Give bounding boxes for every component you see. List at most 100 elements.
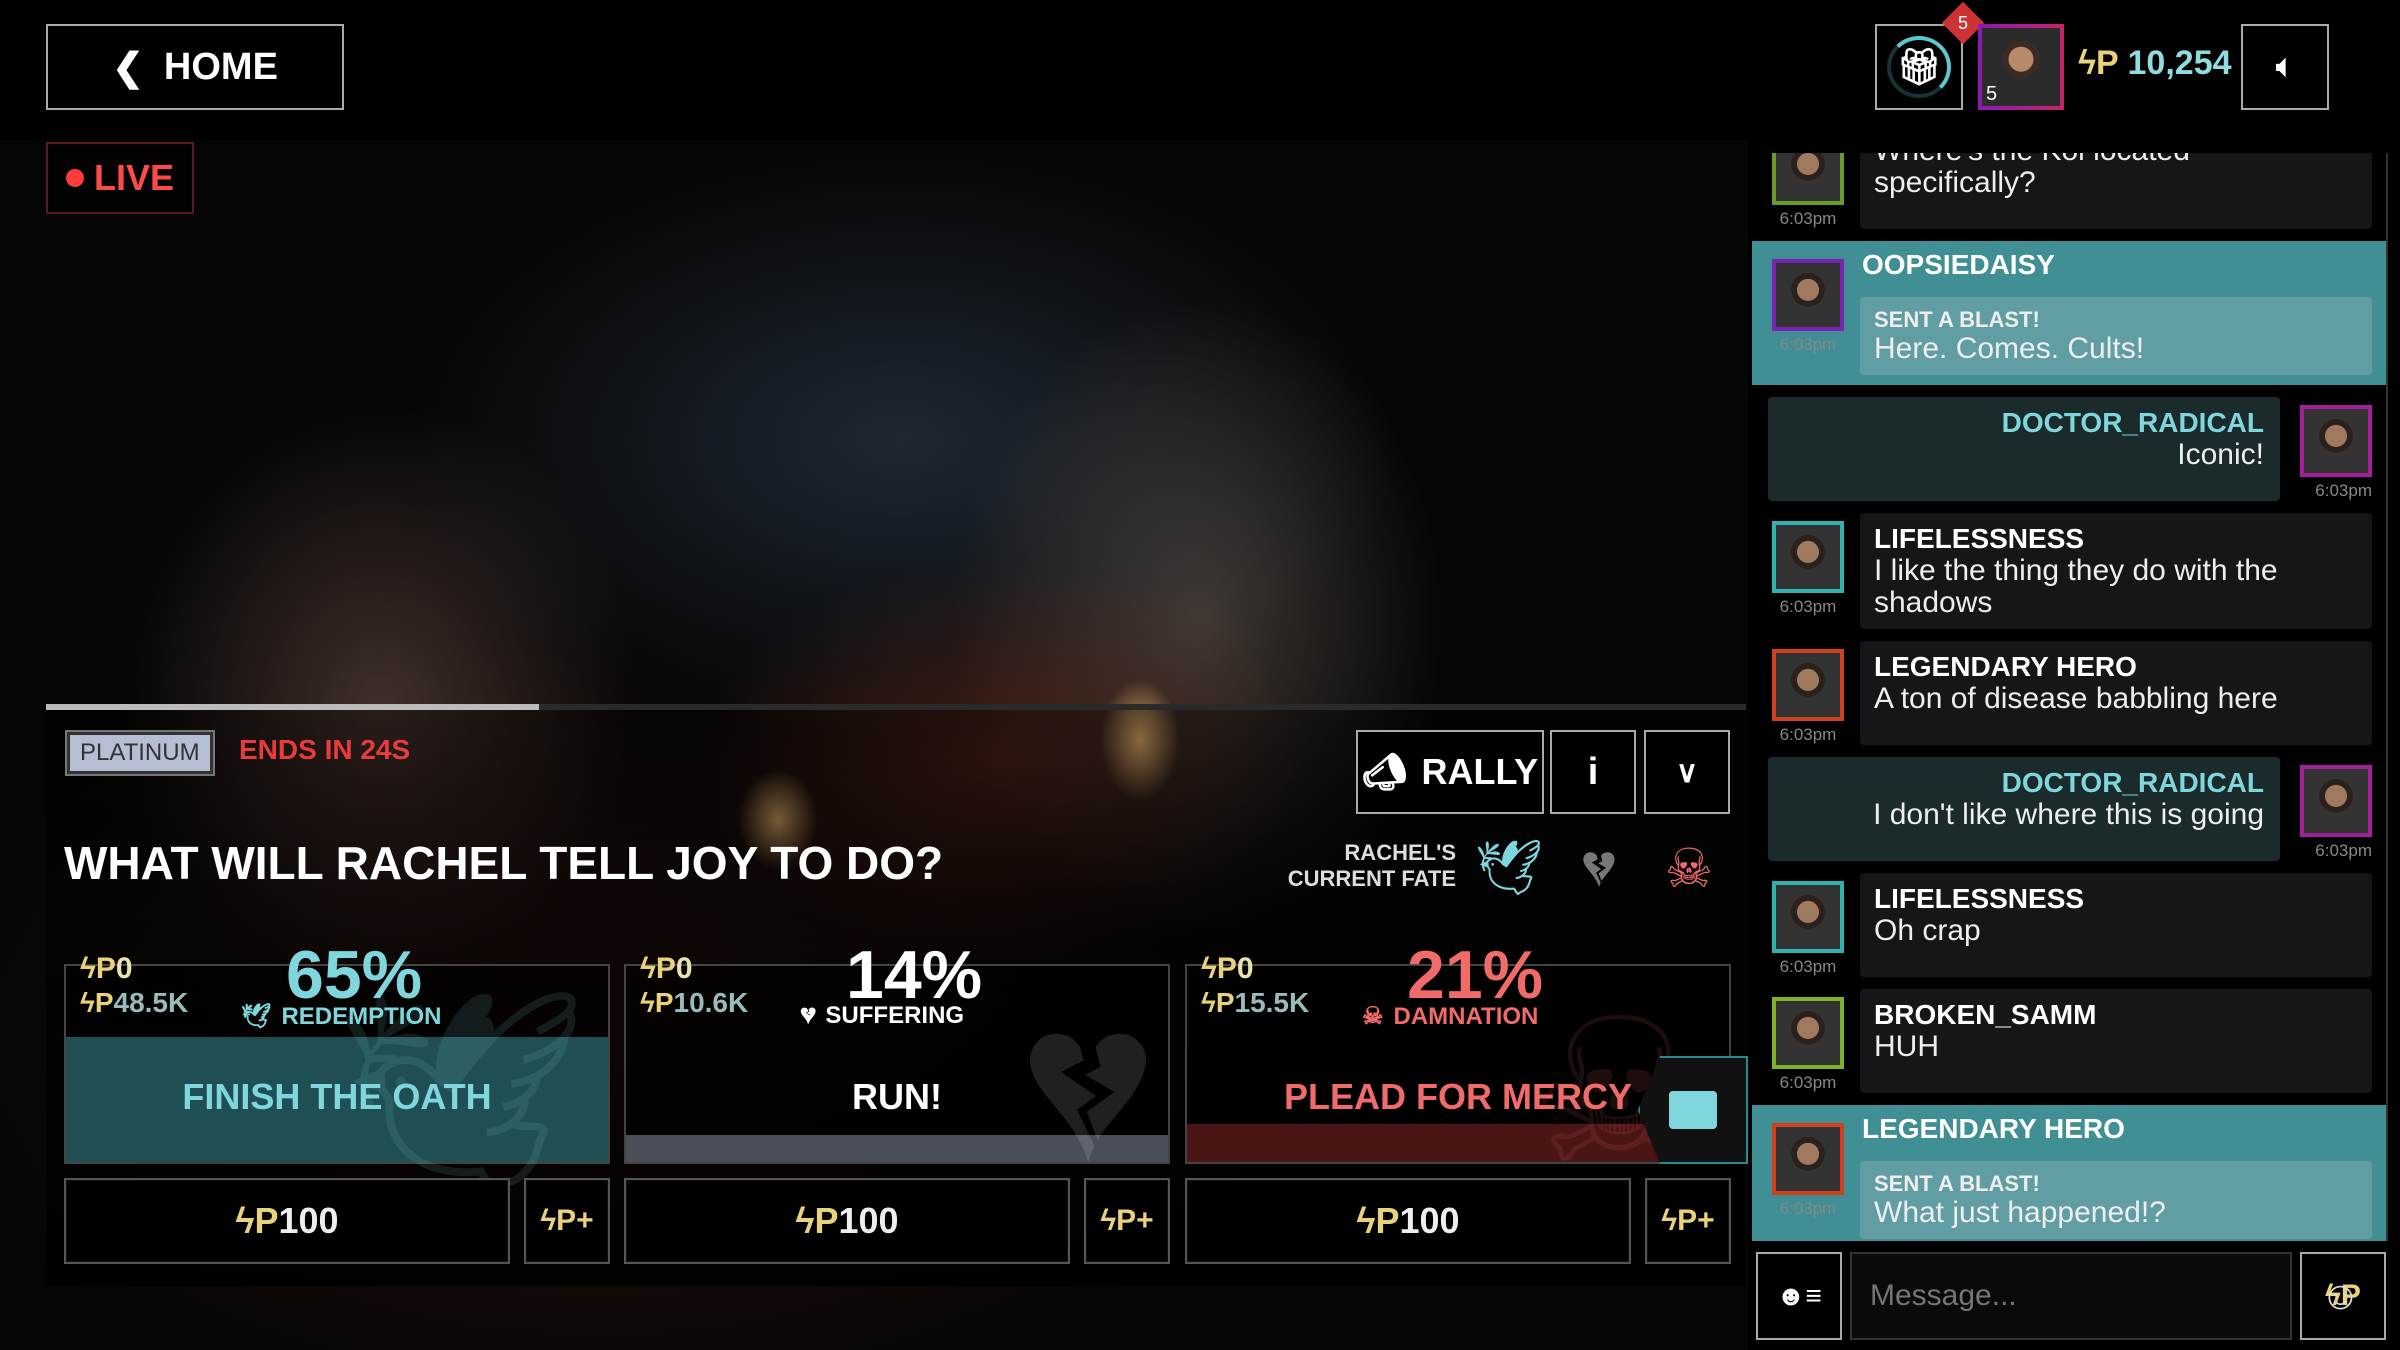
live-badge: LIVE (46, 142, 194, 214)
message-text: I don't like where this is going (1873, 798, 2264, 831)
coin-icon: ϟP (640, 952, 676, 985)
coin-plus-icon: ϟP+ (1661, 1204, 1715, 1237)
message-time: 6:03pm (1779, 725, 1837, 744)
bet-button[interactable]: ϟP 100 (64, 1178, 510, 1264)
message-user[interactable]: BROKEN_SAMM (1874, 999, 2356, 1031)
level-label: 5 (1986, 83, 1998, 105)
fate-icon: 💔︎ (801, 1002, 816, 1029)
option-bets: ϟP0 ϟP10.6K (640, 952, 749, 1018)
speaker-icon: 🔈︎ (2276, 50, 2294, 83)
info-icon: i (1587, 750, 1599, 793)
coin-icon: ϟP (1201, 987, 1235, 1018)
coin-plus-icon: ϟP+ (1100, 1204, 1154, 1237)
message-text: What just happened!? (1874, 1196, 2166, 1229)
chat-message: 6:03pm LIFELESSNESS Oh crap (1752, 873, 2386, 977)
poll-option-card[interactable]: 🕊︎ ϟP0 ϟP48.5K 65% 🕊︎ REDEMPTION FINISH TH… (64, 937, 610, 1205)
volume-button[interactable]: 🔈︎ (2241, 24, 2329, 110)
coin-icon: ϟP (1201, 952, 1237, 985)
message-user[interactable]: LIFELESSNESS (1874, 523, 2356, 555)
message-text: HUH (1874, 1030, 1939, 1063)
user-avatar[interactable] (1772, 881, 1844, 953)
collapse-button[interactable]: ∨ (1644, 730, 1730, 814)
custom-bet-button[interactable]: ϟP+ (524, 1178, 610, 1264)
message-time: 6:03pm (1779, 1073, 1837, 1092)
message-user[interactable]: LIFELESSNESS (1874, 883, 2356, 915)
option-bets: ϟP0 ϟP48.5K (80, 952, 189, 1018)
bet-button[interactable]: ϟP 100 (624, 1178, 1070, 1264)
message-text: Oh crap (1874, 914, 1981, 947)
message-text: Here. Comes. Cults! (1874, 332, 2145, 365)
chevron-down-icon: ∨ (1676, 755, 1698, 789)
message-user[interactable]: LEGENDARY HERO (1862, 1113, 2125, 1145)
chat-message: 6:03pm LIFELESSNESS I like the thing they … (1752, 513, 2386, 629)
message-time: 6:03pm (1779, 335, 1837, 354)
user-avatar[interactable] (2300, 405, 2372, 477)
fate-icon: 🕊︎ (241, 1003, 272, 1030)
coin-icon: ϟP (235, 1200, 279, 1241)
skull-icon: ☠︎ (1664, 838, 1714, 899)
chat-message-blast: 6:03pm LEGENDARY HERO SENT A BLAST! What ju… (1752, 1105, 2386, 1241)
dove-icon: 🕊︎ (1474, 837, 1544, 898)
chat-panel[interactable]: 6:03pm Where's the Koi located specifical… (1752, 153, 2388, 1241)
user-avatar[interactable] (1772, 997, 1844, 1069)
message-text: I like the thing they do with the shadow… (1874, 554, 2278, 619)
megaphone-icon: 📣︎ (1361, 751, 1408, 792)
option-title: RUN! (852, 1076, 942, 1117)
message-time: 6:03pm (1779, 597, 1837, 616)
message-user[interactable]: DOCTOR_RADICAL (1782, 767, 2264, 799)
custom-bet-button[interactable]: ϟP+ (1084, 1178, 1170, 1264)
message-time: 6:03pm (2315, 481, 2372, 500)
info-button[interactable]: i (1550, 730, 1636, 814)
message-time: 6:03pm (1779, 957, 1837, 976)
rally-button[interactable]: 📣︎ RALLY (1356, 730, 1544, 814)
fate-icon: ☠︎ (1362, 1003, 1384, 1030)
broken-heart-icon: 💔︎ (1582, 837, 1616, 898)
message-user[interactable]: DOCTOR_RADICAL (1782, 407, 2264, 439)
chat-bubble-icon (1669, 1091, 1717, 1129)
chat-message-list: 6:03pm Where's the Koi located specifical… (1752, 153, 2386, 1241)
message-text: Iconic! (2177, 438, 2264, 471)
message-user[interactable]: LEGENDARY HERO (1874, 651, 2356, 683)
poll-question: WHAT WILL RACHEL TELL JOY TO DO? (64, 837, 944, 889)
chat-message: 6:03pm LEGENDARY HERO A ton of disease bab… (1752, 641, 2386, 745)
user-avatar[interactable] (1772, 259, 1844, 331)
chat-message: 6:03pm DOCTOR_RADICAL Iconic! (1752, 397, 2386, 501)
coin-icon: ϟP (1356, 1200, 1400, 1241)
user-avatar[interactable] (1772, 153, 1844, 205)
option-fate: ☠︎ DAMNATION (1362, 1002, 1539, 1031)
tier-badge: PLATINUM (65, 730, 215, 776)
poll-option-card[interactable]: 💔︎ ϟP0 ϟP10.6K 14% 💔︎ SUFFERING RUN! (624, 937, 1170, 1202)
user-avatar[interactable] (1772, 521, 1844, 593)
coin-plus-icon: ϟP+ (540, 1204, 594, 1237)
coin-balance: ϟP 10,254 (2078, 44, 2232, 82)
user-avatar[interactable] (2300, 765, 2372, 837)
current-fate-label: RACHEL'S CURRENT FATE (1287, 840, 1456, 891)
chat-message-blast: 6:03pm OOPSIEDAISY SENT A BLAST! Here. Come… (1752, 241, 2386, 385)
chat-toggle-button[interactable] (1638, 1056, 1748, 1164)
emoji-icon[interactable]: ☺ (2320, 1274, 2361, 1319)
coin-icon: ϟP (640, 987, 674, 1018)
chat-message: 6:03pm Where's the Koi located specifical… (1752, 153, 2386, 229)
user-avatar[interactable] (1772, 649, 1844, 721)
option-fate: 🕊︎ REDEMPTION (241, 1002, 442, 1031)
message-text: A ton of disease babbling here (1874, 682, 2278, 715)
message-user[interactable]: OOPSIEDAISY (1862, 249, 2055, 281)
chevron-left-icon: ❮ (112, 46, 144, 89)
coin-icon: ϟP (80, 952, 116, 985)
coin-icon: ϟP (2078, 44, 2128, 82)
chat-message: 6:03pm DOCTOR_RADICAL I don't like where t… (1752, 757, 2386, 861)
user-avatar[interactable] (1772, 1123, 1844, 1195)
message-time: 6:03pm (2315, 841, 2372, 860)
profile-avatar[interactable]: 5 (1978, 24, 2064, 110)
blast-label: SENT A BLAST! (1874, 307, 2040, 332)
custom-bet-button[interactable]: ϟP+ (1645, 1178, 1731, 1264)
message-text: Where's the Koi located specifically? (1874, 153, 2190, 199)
chat-input-row: ☻≡ ☺ ϟP (1756, 1252, 2386, 1340)
message-input[interactable] (1850, 1252, 2292, 1340)
roster-button[interactable]: ☻≡ (1756, 1252, 1842, 1340)
coin-icon: ϟP (795, 1200, 839, 1241)
home-button[interactable]: ❮ HOME (46, 24, 344, 110)
bet-button[interactable]: ϟP 100 (1185, 1178, 1631, 1264)
poll-countdown: ENDS IN 24S (239, 734, 411, 765)
blast-label: SENT A BLAST! (1874, 1171, 2040, 1196)
